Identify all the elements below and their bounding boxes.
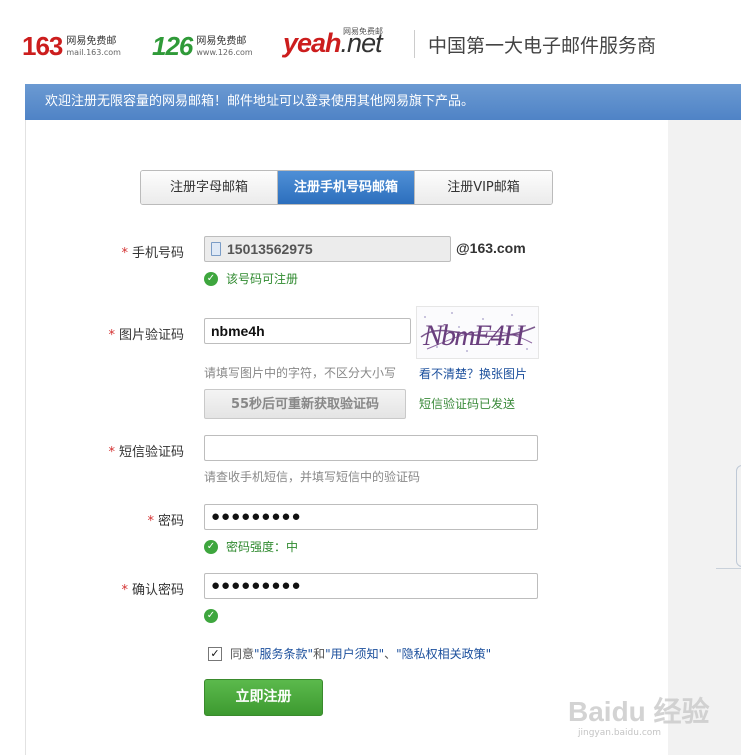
agree-checkbox[interactable]: ✓ (208, 646, 222, 661)
password-strength: ✓ 密码强度：中 (204, 538, 298, 555)
user-notice-link[interactable]: "用户须知" (325, 645, 384, 662)
logo-126-number: 126 (152, 31, 193, 61)
tab-vip-email[interactable]: 注册VIP邮箱 (415, 171, 552, 204)
refresh-captcha-link[interactable]: 看不清楚？换张图片 (419, 365, 527, 382)
check-circle-icon: ✓ (204, 271, 218, 286)
logo-yeah-brand: yeah (283, 28, 342, 58)
required-mark: * (108, 445, 115, 460)
confirm-password-input[interactable]: ●●●●●●●●● (204, 573, 538, 599)
sms-code-input[interactable] (204, 435, 538, 461)
sms-code-label-text: 短信验证码 (118, 445, 184, 460)
required-mark: * (108, 328, 115, 343)
phone-status-text: 该号码可注册 (226, 272, 299, 286)
phone-label: * 手机号码 (121, 242, 184, 261)
check-circle-icon: ✓ (204, 539, 218, 554)
header-divider (414, 30, 415, 58)
header-logos: 163 网易免费邮 mail.163.com 126 网易免费邮 www.126… (0, 0, 741, 84)
resend-sms-button[interactable]: 55秒后可重新获取验证码 (204, 389, 406, 419)
terms-link[interactable]: "服务条款" (254, 645, 313, 662)
logo-163[interactable]: 163 网易免费邮 mail.163.com (22, 31, 121, 62)
confirm-password-status: ✓ (204, 609, 226, 623)
side-decoration-line (716, 568, 741, 569)
logo-163-url: mail.163.com (66, 47, 121, 57)
banner-text: 欢迎注册无限容量的网易邮箱！邮件地址可以登录使用其他网易旗下产品。 (45, 94, 475, 109)
side-area (668, 120, 741, 755)
agree-sep: 、 (384, 647, 397, 661)
required-mark: * (147, 514, 154, 529)
logo-126[interactable]: 126 网易免费邮 www.126.com (152, 31, 253, 62)
register-type-tabs: 注册字母邮箱 注册手机号码邮箱 注册VIP邮箱 (140, 170, 553, 205)
welcome-banner: 欢迎注册无限容量的网易邮箱！邮件地址可以登录使用其他网易旗下产品。 (25, 84, 741, 120)
tab-mobile-email[interactable]: 注册手机号码邮箱 (278, 171, 415, 204)
privacy-policy-link[interactable]: "隐私权相关政策" (396, 645, 491, 662)
captcha-text: NbmE4H (422, 319, 527, 352)
confirm-password-label: * 确认密码 (121, 579, 184, 598)
logo-yeah-cn: 网易免费邮 (343, 27, 383, 36)
agreement-row: ✓ 同意 "服务条款" 和 "用户须知"、 "隐私权相关政策" (208, 645, 491, 662)
agree-prefix: 同意 (230, 647, 255, 661)
password-strength-text: 密码强度：中 (226, 540, 299, 554)
required-mark: * (121, 246, 128, 261)
captcha-hint: 请填写图片中的字符，不区分大小写 (204, 366, 397, 380)
confirm-password-label-text: 确认密码 (131, 583, 184, 598)
logo-126-url: www.126.com (196, 47, 253, 57)
captcha-label: * 图片验证码 (108, 324, 184, 343)
check-circle-icon: ✓ (204, 609, 218, 623)
password-label-text: 密码 (157, 514, 184, 529)
logo-yeah[interactable]: 网易免费邮 yeah.net (283, 27, 383, 59)
phone-status: ✓ 该号码可注册 (204, 270, 298, 287)
phone-field[interactable]: 15013562975 (204, 236, 451, 262)
agree-and: 和 (313, 647, 326, 661)
sms-sent-status: 短信验证码已发送 (419, 397, 516, 411)
password-label: * 密码 (147, 510, 184, 529)
phone-label-text: 手机号码 (131, 246, 184, 261)
logo-126-cn: 网易免费邮 (196, 35, 247, 47)
captcha-input[interactable]: nbme4h (204, 318, 411, 344)
sms-code-hint: 请查收手机短信，并填写短信中的验证码 (204, 470, 421, 484)
tab-letter-email[interactable]: 注册字母邮箱 (141, 171, 278, 204)
baidu-watermark: Baidu 经验 (568, 696, 710, 727)
email-domain-suffix: @163.com (456, 240, 526, 256)
captcha-label-text: 图片验证码 (118, 328, 184, 343)
register-now-button[interactable]: 立即注册 (204, 679, 323, 716)
sms-code-label: * 短信验证码 (108, 441, 184, 460)
logo-163-cn: 网易免费邮 (66, 35, 117, 47)
logo-163-number: 163 (22, 31, 63, 61)
captcha-image-graphic: NbmE4H (420, 312, 536, 352)
header-slogan: 中国第一大电子邮件服务商 (428, 35, 657, 57)
captcha-image[interactable]: NbmE4H (416, 306, 539, 359)
mobile-phone-icon (211, 242, 221, 256)
required-mark: * (121, 583, 128, 598)
password-input[interactable]: ●●●●●●●●● (204, 504, 538, 530)
phone-value: 15013562975 (227, 241, 313, 257)
baidu-watermark-url: jingyan.baidu.com (578, 728, 662, 738)
side-decoration (736, 465, 741, 567)
